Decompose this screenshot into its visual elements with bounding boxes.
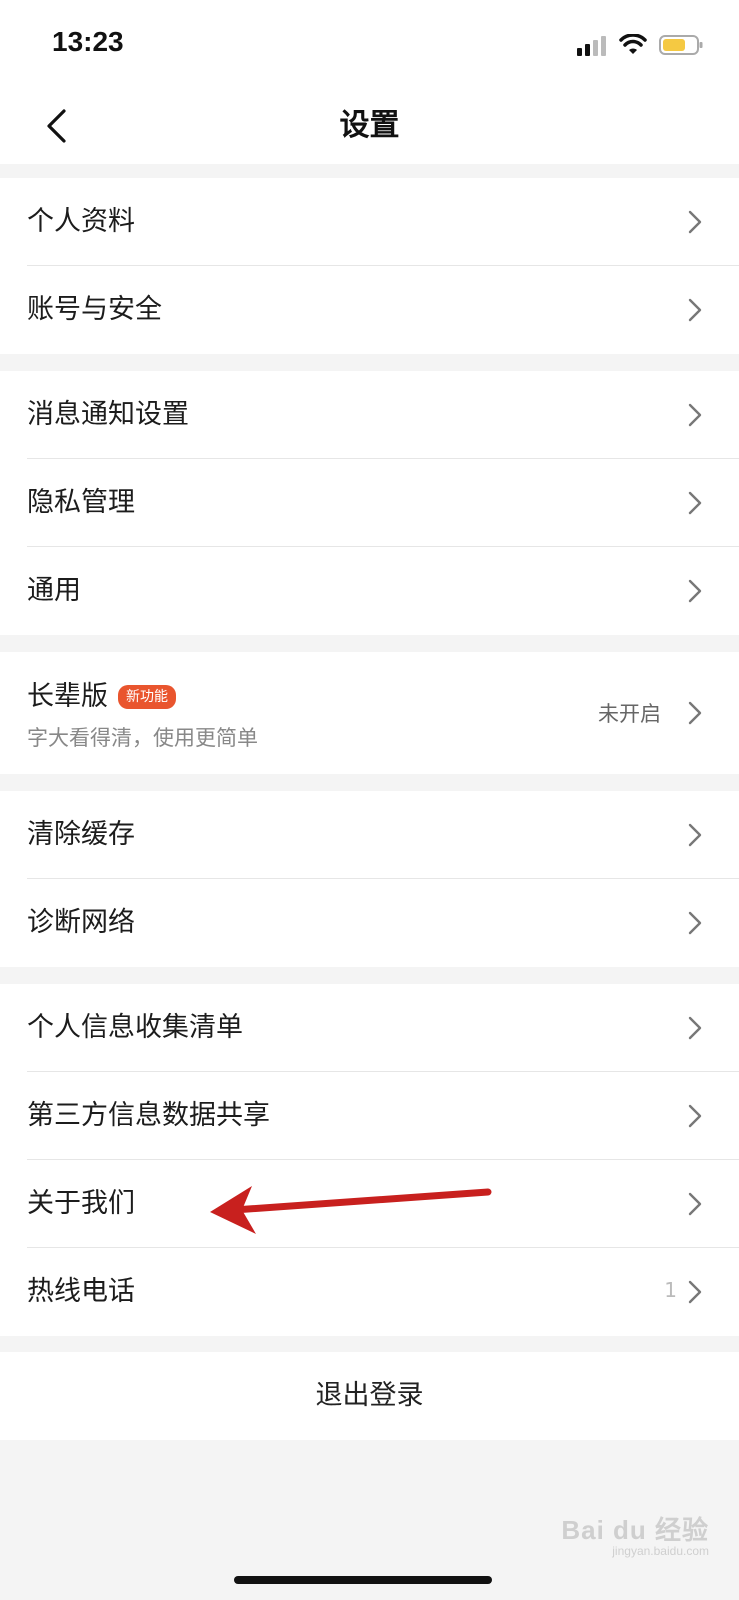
new-feature-badge: 新功能 xyxy=(118,685,176,709)
chevron-right-icon xyxy=(688,701,702,725)
chevron-right-icon xyxy=(688,1016,702,1040)
settings-group-elder: 长辈版 新功能 字大看得清，使用更简单 未开启 xyxy=(0,652,739,774)
row-notification-settings[interactable]: 消息通知设置 xyxy=(0,371,739,459)
row-clear-cache[interactable]: 清除缓存 xyxy=(0,791,739,879)
hotline-number-hint: 1 xyxy=(664,1278,677,1302)
row-network-diagnosis[interactable]: 诊断网络 xyxy=(0,879,739,967)
row-third-party-sharing[interactable]: 第三方信息数据共享 xyxy=(0,1072,739,1160)
chevron-right-icon xyxy=(688,579,702,603)
chevron-left-icon xyxy=(47,109,66,143)
watermark-url: jingyan.baidu.com xyxy=(612,1544,709,1558)
page-title: 设置 xyxy=(339,108,400,143)
chevron-right-icon xyxy=(688,1104,702,1128)
row-label: 个人资料 xyxy=(27,206,135,237)
home-indicator[interactable] xyxy=(234,1576,492,1584)
row-label: 诊断网络 xyxy=(27,907,135,938)
settings-group-profile: 个人资料 账号与安全 xyxy=(0,178,739,354)
row-label: 账号与安全 xyxy=(27,294,162,325)
logout-button[interactable]: 退出登录 xyxy=(0,1352,739,1440)
row-general[interactable]: 通用 xyxy=(0,547,739,635)
row-label: 消息通知设置 xyxy=(27,399,189,430)
nav-bar: 设置 xyxy=(0,88,739,164)
row-label: 关于我们 xyxy=(27,1188,135,1219)
settings-group-about: 个人信息收集清单 第三方信息数据共享 关于我们 热线电话 1 xyxy=(0,984,739,1336)
row-label: 热线电话 xyxy=(27,1276,135,1307)
settings-group-general: 消息通知设置 隐私管理 通用 xyxy=(0,371,739,635)
chevron-right-icon xyxy=(688,210,702,234)
row-elder-mode[interactable]: 长辈版 新功能 字大看得清，使用更简单 未开启 xyxy=(0,652,739,774)
row-label: 第三方信息数据共享 xyxy=(27,1100,270,1131)
signal-icon xyxy=(577,36,606,56)
row-hotline[interactable]: 热线电话 1 xyxy=(0,1248,739,1336)
row-label: 清除缓存 xyxy=(27,819,135,850)
row-label: 长辈版 xyxy=(27,681,108,712)
wifi-icon xyxy=(619,34,647,54)
back-button[interactable] xyxy=(30,100,82,152)
settings-group-maintenance: 清除缓存 诊断网络 xyxy=(0,791,739,967)
chevron-right-icon xyxy=(688,403,702,427)
battery-icon xyxy=(659,35,703,55)
chevron-right-icon xyxy=(688,491,702,515)
row-privacy-management[interactable]: 隐私管理 xyxy=(0,459,739,547)
status-time: 13:23 xyxy=(52,26,124,57)
row-about-us[interactable]: 关于我们 xyxy=(0,1160,739,1248)
chevron-right-icon xyxy=(688,298,702,322)
watermark-logo: Bai du 经验 xyxy=(561,1515,709,1545)
chevron-right-icon xyxy=(688,823,702,847)
row-label: 通用 xyxy=(27,575,81,606)
row-personal-info-list[interactable]: 个人信息收集清单 xyxy=(0,984,739,1072)
chevron-right-icon xyxy=(688,1192,702,1216)
row-subtitle: 字大看得清，使用更简单 xyxy=(27,726,258,750)
row-personal-profile[interactable]: 个人资料 xyxy=(0,178,739,266)
row-account-security[interactable]: 账号与安全 xyxy=(0,266,739,354)
chevron-right-icon xyxy=(688,1280,702,1304)
status-icons xyxy=(577,30,703,60)
status-bar: 13:23 xyxy=(0,0,739,88)
elder-mode-status: 未开启 xyxy=(598,702,661,726)
row-label: 个人信息收集清单 xyxy=(27,1012,243,1043)
chevron-right-icon xyxy=(688,911,702,935)
row-label: 隐私管理 xyxy=(27,487,135,518)
